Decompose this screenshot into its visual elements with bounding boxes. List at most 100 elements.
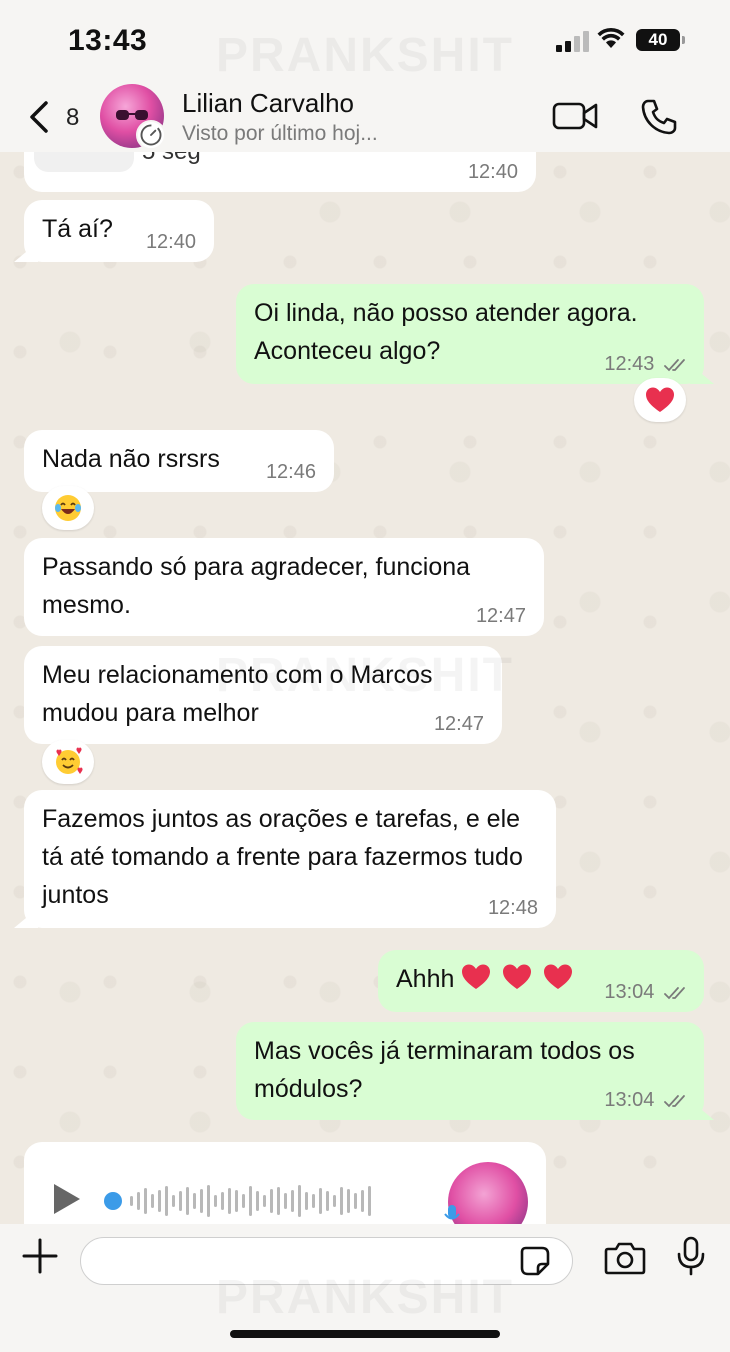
smiling-face-with-hearts-icon (56, 747, 83, 774)
message-outgoing[interactable]: Mas vocês já terminaram todos os módulos… (236, 1022, 704, 1120)
chat-header: 8 Lilian Carvalho Visto por último hoj..… (0, 80, 730, 152)
waveform-bar (291, 1190, 294, 1212)
message-text: Nada não rsrsrs (42, 445, 220, 473)
double-check-icon (664, 986, 685, 1000)
reaction-red-heart[interactable] (634, 378, 686, 422)
battery-indicator: 40 (636, 29, 685, 51)
message-time-wrapper: 12:43 (604, 352, 690, 376)
message-time: 13:04 (604, 981, 655, 1003)
double-check-icon (664, 358, 685, 372)
phone-icon[interactable] (640, 98, 678, 136)
waveform-bar (312, 1194, 315, 1208)
contact-name[interactable]: Lilian Carvalho (182, 88, 354, 119)
waveform-bar (263, 1195, 266, 1207)
disappearing-timer-icon (136, 120, 166, 150)
waveform-bar (319, 1188, 322, 1214)
voice-waveform[interactable] (104, 1184, 371, 1218)
waveform-bar (151, 1194, 154, 1208)
message-time: 12:46 (265, 461, 316, 483)
message-time: 13:04 (604, 1089, 655, 1111)
message-outgoing[interactable]: Oi linda, não posso atender agora. Acont… (236, 284, 704, 384)
voice-progress-handle[interactable] (104, 1192, 122, 1210)
message-text: Passando só para agradecer, funciona mes… (42, 553, 471, 619)
waveform-bar (305, 1192, 308, 1210)
message-incoming[interactable]: Fazemos juntos as orações e tarefas, e e… (24, 790, 556, 928)
chat-area[interactable]: 5 seg 12:40 Tá aí? 12:40 Oi linda, não p… (0, 152, 730, 1224)
waveform-bar (235, 1190, 238, 1212)
waveform-bar (179, 1191, 182, 1211)
waveform-bar (340, 1187, 343, 1215)
message-time: 12:43 (604, 353, 655, 375)
waveform-bar (270, 1189, 273, 1213)
waveform-bar (172, 1195, 175, 1207)
video-camera-icon[interactable] (552, 100, 598, 132)
message-time-wrapper: 13:04 (604, 980, 690, 1004)
contact-last-seen: Visto por último hoj... (182, 122, 378, 145)
laughing-face-icon (55, 495, 81, 521)
sticker-icon[interactable] (520, 1246, 550, 1276)
emoji-hearts (461, 964, 573, 993)
waveform-bar (249, 1186, 252, 1216)
plus-icon[interactable] (22, 1238, 58, 1274)
camera-icon[interactable] (604, 1240, 646, 1276)
reaction-smiling-face-with-hearts[interactable] (42, 740, 94, 784)
waveform-bar (158, 1190, 161, 1212)
waveform-bar (256, 1191, 259, 1211)
voice-message[interactable] (24, 1142, 546, 1224)
waveform-bar (333, 1195, 336, 1207)
waveform-bar (130, 1196, 133, 1206)
message-time: 12:40 (145, 231, 196, 253)
reaction-laughing-face[interactable] (42, 486, 94, 530)
message-input[interactable] (80, 1237, 573, 1285)
message-time: 12:47 (475, 605, 526, 627)
message-outgoing[interactable]: Ahhh 13:04 (378, 950, 704, 1012)
waveform-bar (354, 1193, 357, 1209)
waveform-bar (186, 1187, 189, 1215)
waveform-bar (207, 1185, 210, 1217)
waveform-bar (214, 1195, 217, 1207)
message-input-bar (0, 1224, 730, 1352)
message-text: Oi linda, não posso atender agora. Acont… (254, 299, 638, 365)
waveform-bar (200, 1189, 203, 1213)
message-text: Ahhh (396, 965, 455, 993)
message-text: Tá aí? (42, 215, 113, 243)
partial-message-card[interactable]: 5 seg 12:40 (24, 152, 536, 192)
message-time: 12:40 (467, 161, 518, 183)
play-icon[interactable] (52, 1182, 82, 1216)
wifi-icon (597, 27, 625, 48)
message-time: 12:48 (487, 897, 538, 919)
status-bar: 13:43 40 (0, 0, 730, 80)
chevron-left-icon[interactable] (24, 100, 54, 134)
partial-card-text: 5 seg (142, 152, 201, 166)
message-incoming[interactable]: Meu relacionamento com o Marcos mudou pa… (24, 646, 502, 744)
waveform-bar (137, 1192, 140, 1210)
home-indicator[interactable] (230, 1330, 500, 1338)
waveform-bar (298, 1185, 301, 1217)
red-heart-icon (462, 964, 491, 989)
microphone-icon[interactable] (676, 1236, 706, 1276)
microphone-icon (444, 1205, 460, 1220)
double-check-icon (664, 1094, 685, 1108)
status-time: 13:43 (68, 24, 148, 57)
waveform-bar (368, 1186, 371, 1216)
message-time: 12:47 (433, 713, 484, 735)
waveform-bar (277, 1187, 280, 1215)
waveform-bar (242, 1194, 245, 1208)
unread-count[interactable]: 8 (66, 104, 79, 132)
message-incoming[interactable]: Tá aí? 12:40 (24, 200, 214, 262)
waveform-bar (228, 1188, 231, 1214)
message-text: Meu relacionamento com o Marcos mudou pa… (42, 661, 433, 727)
waveform-bar (284, 1193, 287, 1209)
waveform-bar (221, 1192, 224, 1210)
message-incoming[interactable]: Nada não rsrsrs 12:46 (24, 430, 334, 492)
waveform-bar (361, 1190, 364, 1212)
partial-thumbnail (34, 152, 134, 172)
sunglasses-icon (116, 110, 148, 120)
waveform-bar (165, 1186, 168, 1216)
voice-sender-avatar (448, 1162, 528, 1224)
red-heart-icon (544, 964, 573, 989)
message-text: Mas vocês já terminaram todos os módulos… (254, 1037, 635, 1103)
red-heart-icon (503, 964, 532, 989)
message-incoming[interactable]: Passando só para agradecer, funciona mes… (24, 538, 544, 636)
cellular-signal-icon (556, 30, 590, 52)
